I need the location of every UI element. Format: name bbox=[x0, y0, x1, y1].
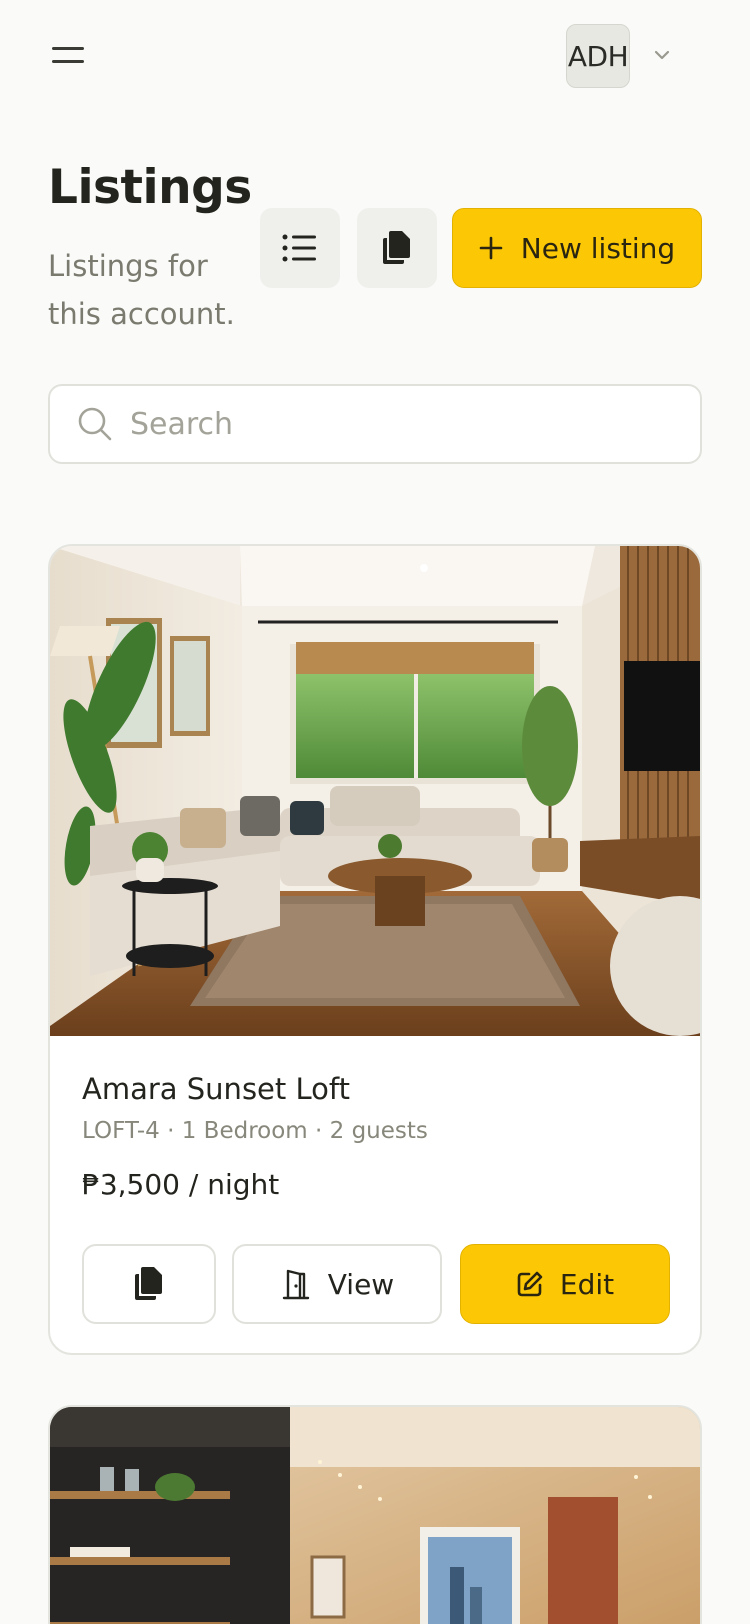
avatar[interactable]: ADH bbox=[566, 24, 630, 88]
search-icon bbox=[78, 407, 112, 441]
view-listing-button[interactable]: View bbox=[232, 1244, 442, 1324]
search-box[interactable] bbox=[48, 384, 702, 464]
edit-listing-button[interactable]: Edit bbox=[460, 1244, 670, 1324]
edit-label: Edit bbox=[559, 1267, 615, 1301]
listing-photo[interactable] bbox=[50, 546, 700, 1036]
plus-icon bbox=[479, 236, 503, 260]
listing-card: Amara Sunset Loft LOFT-4 · 1 Bedroom · 2… bbox=[48, 544, 702, 1355]
duplicate-listing-button[interactable] bbox=[82, 1244, 216, 1324]
list-icon bbox=[282, 234, 316, 262]
list-view-button[interactable] bbox=[260, 208, 340, 288]
new-listing-button[interactable]: New listing bbox=[452, 208, 702, 288]
door-icon bbox=[282, 1269, 309, 1300]
listing-card bbox=[48, 1405, 702, 1624]
listings-page: ADH Listings Listings for this account. … bbox=[0, 0, 750, 1624]
copy-icon bbox=[383, 231, 410, 264]
listing-title[interactable]: Amara Sunset Loft bbox=[82, 1072, 350, 1106]
edit-icon bbox=[517, 1271, 543, 1297]
listing-price: ₱3,500 / night bbox=[82, 1168, 280, 1201]
copy-icon bbox=[135, 1267, 162, 1300]
new-listing-label: New listing bbox=[520, 231, 676, 265]
page-title: Listings bbox=[48, 160, 252, 215]
menu-icon[interactable] bbox=[48, 38, 88, 74]
copy-button[interactable] bbox=[357, 208, 437, 288]
listing-meta: LOFT-4 · 1 Bedroom · 2 guests bbox=[82, 1118, 428, 1144]
chevron-down-icon[interactable] bbox=[651, 44, 673, 66]
search-input[interactable] bbox=[130, 406, 650, 442]
view-label: View bbox=[327, 1267, 395, 1301]
page-subtitle: Listings for this account. bbox=[48, 249, 235, 331]
listing-photo[interactable] bbox=[50, 1407, 700, 1624]
